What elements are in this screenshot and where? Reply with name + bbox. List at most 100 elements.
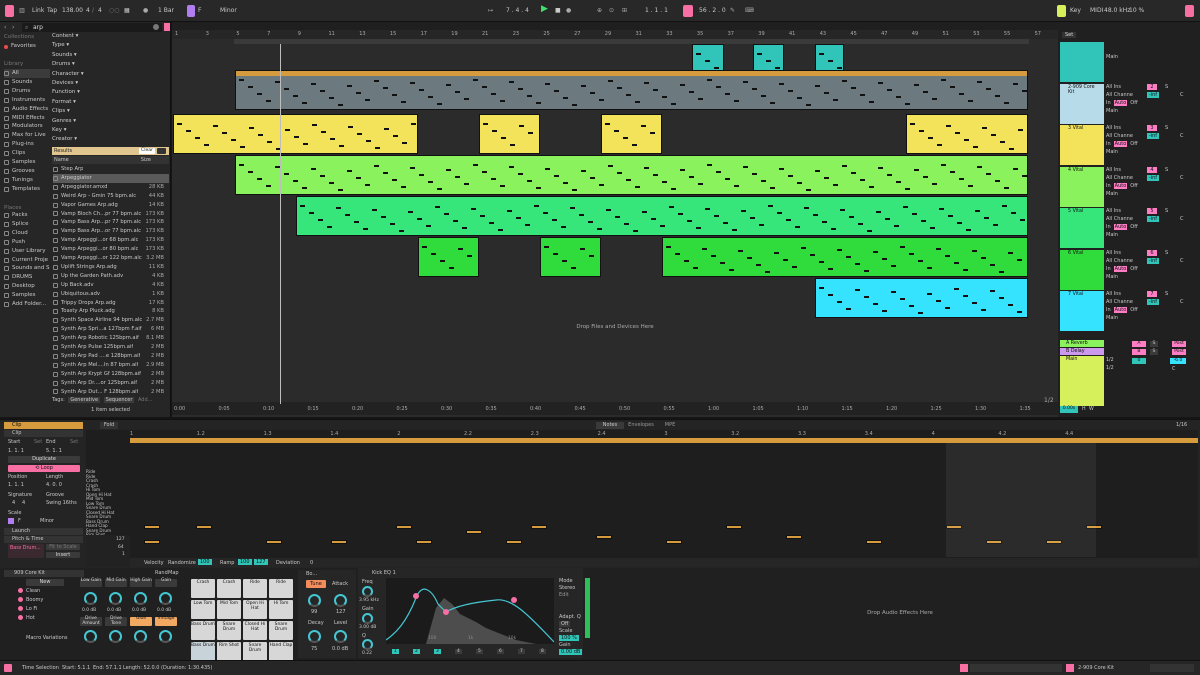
loop-length-field[interactable]: 56 . 2 . 0 [699,5,726,17]
file-item[interactable]: Vamp Arpeggi...or 80 bpm.alc 173 KB [53,245,169,254]
macro-knob[interactable] [109,592,122,605]
position-field[interactable]: 1. 1. 1 [8,482,24,488]
arrangement-clip[interactable] [906,114,1028,154]
in-toggle[interactable]: In [1106,141,1111,147]
variation-lo-fi[interactable]: Lo Fi [18,606,37,612]
arrangement-clip[interactable] [418,237,479,277]
file-item[interactable]: Arpeggiator [53,173,169,183]
arrangement-clip[interactable] [662,237,1028,277]
pan-center[interactable]: C [1180,216,1184,222]
track-number-button[interactable]: 3 [1147,125,1157,131]
sidebar-item-audio-effects[interactable]: Audio Effects [4,105,50,114]
return-b-num[interactable]: B [1132,349,1146,355]
end-field[interactable]: 5. 1. 1 [46,448,62,454]
add-tag-button[interactable]: Add... [138,397,152,403]
overdub-icon[interactable]: ⊕ [597,5,602,17]
deviation-field[interactable]: 0 [310,560,313,566]
sidebar-item-clips[interactable]: Clips [4,149,50,158]
volume-field[interactable]: -inf [1147,133,1159,139]
midi-note[interactable] [144,540,160,544]
start-set-button[interactable]: Set [34,439,42,445]
midi-note[interactable] [506,540,522,544]
length-field[interactable]: 4. 0. 0 [46,482,62,488]
file-item[interactable]: Synth Arp Mel....In 87 bpm.aif 2.9 MB [53,361,169,370]
mixer-track-header[interactable]: 3 Vital [1060,125,1104,165]
filter-sounds[interactable]: Sounds ▾ [52,51,77,60]
sidebar-item-plug-ins[interactable]: Plug-ins [4,140,50,149]
mixer-track-header[interactable] [1060,42,1104,82]
sidebar-item-current-proje[interactable]: Current Proje [4,256,50,265]
metronome-icon[interactable]: ○○ [109,5,119,17]
output-gain-field[interactable]: 0.00 dB [559,649,583,655]
piano-roll[interactable]: 1 1.2 1.3 1.4 2 2.2 2.3 2.4 3 3.2 3.3 3.4 4 4.2 4.4 Ri… [86,430,1198,567]
filter-key[interactable]: Key ▾ [52,126,66,135]
name-column-header[interactable]: Name [54,156,69,164]
sidebar-item-instruments[interactable]: Instruments [4,96,50,105]
groove-dropdown[interactable]: Swing 16ths [46,500,77,506]
arrangement-view-icon[interactable]: ▥ [18,5,26,17]
edit-button[interactable]: Edit [559,592,569,598]
randomize-field[interactable]: 100 [198,559,212,565]
file-item[interactable]: Synth Space Airline 94 bpm.alc 2.7 MB [53,316,169,325]
drum-pad-ride[interactable]: Ride [269,579,293,598]
time-ruler[interactable] [172,402,1058,415]
drum-pad-hand-clap[interactable]: Hand Clap [269,642,293,661]
scale-mode-dropdown[interactable]: Minor [40,518,54,524]
clip-title[interactable]: Clip [4,422,83,429]
start-field[interactable]: 1. 1. 1 [8,448,24,454]
file-item[interactable]: Vamp Bass Arp...or 77 bpm.alc 173 KB [53,227,169,236]
macro-vintage-button[interactable]: Vintage [155,616,177,626]
solo-button[interactable]: S [1165,291,1168,297]
back-icon[interactable]: ‹ [4,24,12,32]
solo-button[interactable]: S [1165,167,1168,173]
file-item[interactable]: Synth Arp Dr....or 125bpm.aif 2 MB [53,379,169,388]
ramp-end-field[interactable]: 127 [254,559,268,565]
scale-field[interactable]: 100 % [559,635,579,641]
clip-section[interactable]: Clip [4,430,83,437]
solo-button[interactable]: S [1165,84,1168,90]
mixer-track-header[interactable]: 2-909 Core Kit [1060,83,1104,124]
loop-button[interactable]: ⟲ Loop [8,465,80,472]
return-b-post[interactable]: Post [1172,349,1186,355]
eq-band-button[interactable]: 8 [539,649,546,654]
variation-hot[interactable]: Hot [18,615,35,621]
tap-button[interactable]: Tap [47,5,57,17]
quantize-dropdown[interactable]: 1 Bar [158,5,174,17]
macro-knob[interactable] [84,630,97,643]
auto-toggle[interactable]: Auto [1113,99,1128,106]
solo-button[interactable]: S [1165,125,1168,131]
solo-button[interactable]: S [1165,250,1168,256]
midi-note[interactable] [396,525,412,529]
stop-icon[interactable]: ■ [555,5,561,17]
pan-center[interactable]: C [1180,299,1184,305]
arrangement-clip[interactable] [601,114,662,154]
w-toggle[interactable]: W [1089,407,1094,412]
launch-section[interactable]: Launch [4,528,83,535]
drum-pad-ride[interactable]: Ride [243,579,267,598]
file-item[interactable]: Arpeggiator.amxd 28 KB [53,183,169,192]
sidebar-item-push[interactable]: Push [4,238,50,247]
return-b-solo[interactable]: S [1150,349,1158,355]
in-toggle[interactable]: In [1106,100,1111,106]
loop-start-field[interactable]: 1 . 1 . 1 [645,5,668,17]
file-item[interactable]: Up Back.adv 4 KB [53,281,169,290]
eq-band-button[interactable]: 6 [497,649,504,654]
main-select-2[interactable]: 1/2 [1106,366,1114,371]
eq-title[interactable]: Kick EQ 1 [372,570,396,576]
tab-envelopes[interactable]: Envelopes [626,422,656,429]
track-output[interactable]: Main [1106,315,1196,321]
sidebar-item-sounds[interactable]: Sounds [4,78,50,87]
file-item[interactable]: Weird Arp - Gmin 75 bpm.alc 44 KB [53,192,169,201]
file-item[interactable]: Vamp Bass Arp...pr 77 bpm.alc 173 KB [53,218,169,227]
filter-format[interactable]: Format ▾ [52,98,76,107]
mixer-track-header[interactable]: 4 Vital [1060,166,1104,207]
in-toggle[interactable]: In [1106,266,1111,272]
filter-content[interactable]: Content ▾ [52,32,78,41]
sidebar-item-sounds-and-s[interactable]: Sounds and S [4,264,50,273]
sidebar-item-favorites[interactable]: Favorites [4,42,36,51]
midi-note[interactable] [866,540,882,544]
solo-button[interactable]: S [1165,208,1168,214]
variation-boomy[interactable]: Boomy [18,597,43,603]
key-dropdown[interactable]: F [198,5,201,17]
results-toggle-icon[interactable] [157,148,166,154]
